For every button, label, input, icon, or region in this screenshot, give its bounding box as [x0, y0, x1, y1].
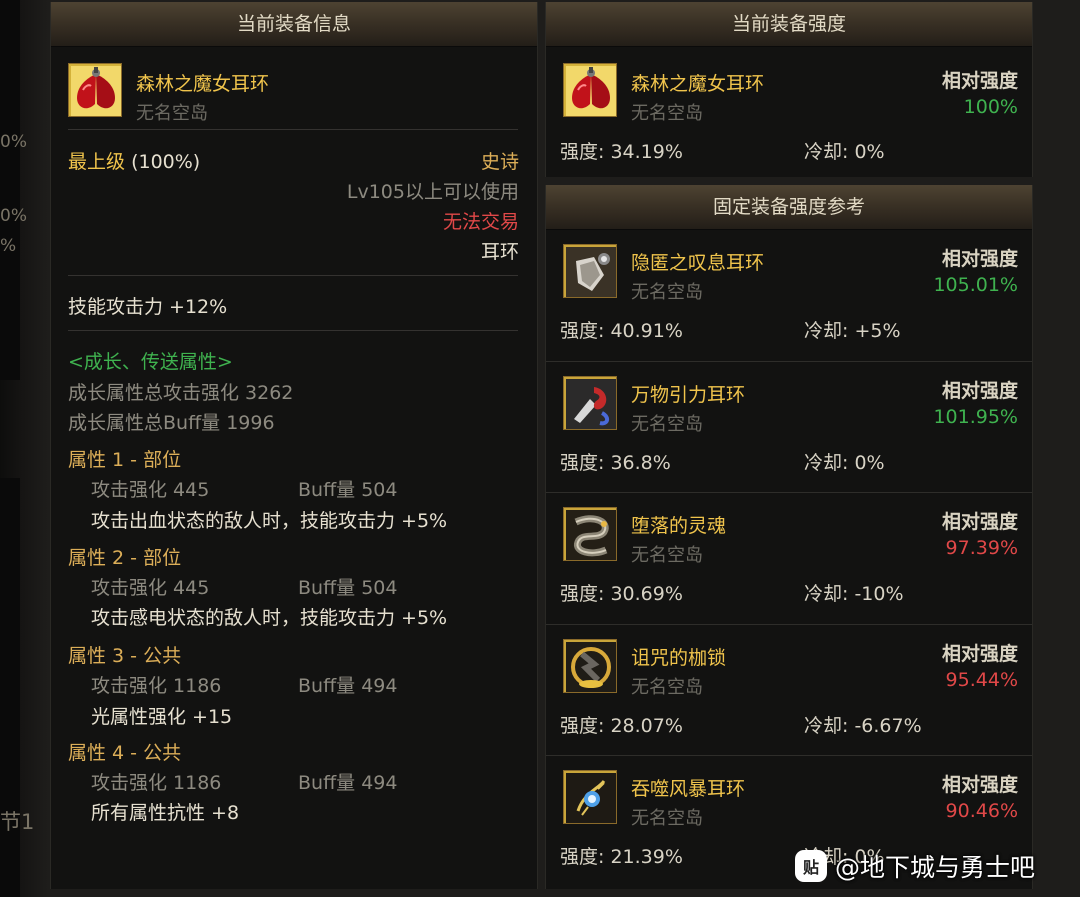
fallen-soul-icon: [563, 507, 617, 561]
reference-item-card[interactable]: 隐匿之叹息耳环 无名空岛 相对强度 105.01% 强度: 40.91% 冷却:…: [546, 230, 1032, 361]
divider: [68, 330, 518, 331]
witch-earring-icon[interactable]: [563, 63, 617, 117]
relative-strength-value: 101.95%: [933, 406, 1018, 428]
relative-strength-value: 95.44%: [945, 669, 1018, 691]
attribute-attack: 攻击强化 1186: [91, 772, 222, 794]
background-edge: 0% 0% % 节1: [0, 0, 48, 897]
attribute-effect: 光属性强化 +15: [91, 706, 233, 728]
relative-strength-value: 105.01%: [933, 274, 1018, 296]
item-source: 无名空岛: [631, 414, 703, 435]
current-equipment-info-panel: 当前装备信息 森林之魔女耳环 无名空岛 最上级 (100%) 史诗 Lv105以…: [50, 2, 538, 889]
grade-percent: (100%): [131, 151, 201, 173]
item-name: 隐匿之叹息耳环: [631, 252, 765, 274]
strength-value: 强度: 21.39%: [560, 846, 683, 868]
item-name: 诅咒的枷锁: [631, 647, 727, 669]
level-requirement: Lv105以上可以使用: [346, 181, 519, 203]
item-source: 无名空岛: [136, 103, 208, 124]
watermark: 贴 @地下城与勇士吧: [795, 843, 1035, 889]
relative-strength-label: 相对强度: [941, 70, 1018, 92]
attribute-attack: 攻击强化 445: [91, 577, 210, 599]
reference-item-card[interactable]: 堕落的灵魂 无名空岛 相对强度 97.39% 强度: 30.69% 冷却: -1…: [546, 492, 1032, 624]
item-source: 无名空岛: [631, 677, 703, 698]
bg-fragment: 0%: [0, 132, 27, 152]
item-name: 森林之魔女耳环: [631, 73, 765, 95]
attribute-title: 属性 2 - 部位: [68, 547, 182, 569]
attribute-title: 属性 3 - 公共: [68, 645, 182, 667]
panel-title: 固定装备强度参考: [546, 185, 1032, 230]
divider: [68, 129, 518, 130]
relative-strength-label: 相对强度: [941, 511, 1018, 533]
growth-header: <成长、传送属性>: [68, 351, 233, 373]
growth-total-attack: 成长属性总攻击强化 3262: [68, 382, 294, 404]
relative-strength-value: 90.46%: [945, 800, 1018, 822]
reference-strength-panel: 固定装备强度参考 隐匿之叹息耳环 无名空岛 相对强度 105.01% 强度: 4…: [545, 185, 1033, 889]
witch-earring-icon[interactable]: [68, 63, 122, 117]
gravity-earring-icon: [563, 376, 617, 430]
tieba-logo-icon: 贴: [795, 850, 827, 882]
item-name: 吞噬风暴耳环: [631, 778, 746, 800]
grade-line: 最上级 (100%): [68, 147, 200, 174]
item-name: 堕落的灵魂: [631, 515, 727, 537]
attribute-effect: 攻击感电状态的敌人时，技能攻击力 +5%: [91, 607, 448, 629]
bg-fragment: %: [0, 236, 17, 256]
storm-earring-icon: [563, 770, 617, 824]
bg-fragment: 0%: [0, 206, 27, 226]
cooldown-value: 冷却: -10%: [804, 583, 904, 605]
attribute-buff: Buff量 504: [298, 577, 398, 599]
cooldown-value: 冷却: 0%: [804, 141, 885, 163]
strength-value: 强度: 28.07%: [560, 715, 683, 737]
attribute-title: 属性 1 - 部位: [68, 449, 182, 471]
item-source: 无名空岛: [631, 808, 703, 829]
strength-value: 强度: 34.19%: [560, 141, 683, 163]
item-name: 森林之魔女耳环: [136, 73, 270, 95]
strength-value: 强度: 30.69%: [560, 583, 683, 605]
cursed-shackle-icon: [563, 639, 617, 693]
grade: 最上级: [68, 151, 126, 173]
panel-title: 当前装备强度: [546, 2, 1032, 47]
sigh-earring-icon: [563, 244, 617, 298]
growth-total-buff: 成长属性总Buff量 1996: [68, 412, 275, 434]
attribute-buff: Buff量 494: [298, 772, 398, 794]
slot-type: 耳环: [480, 241, 519, 263]
item-source: 无名空岛: [631, 103, 703, 124]
attribute-effect: 所有属性抗性 +8: [91, 802, 240, 824]
divider: [68, 275, 518, 276]
bg-fragment: 节1: [0, 810, 35, 834]
strength-value: 强度: 40.91%: [560, 320, 683, 342]
panel-title: 当前装备信息: [51, 2, 537, 47]
relative-strength-label: 相对强度: [941, 774, 1018, 796]
item-source: 无名空岛: [631, 282, 703, 303]
item-source: 无名空岛: [631, 545, 703, 566]
watermark-text: @地下城与勇士吧: [835, 853, 1036, 882]
relative-strength-label: 相对强度: [941, 248, 1018, 270]
reference-item-card[interactable]: 万物引力耳环 无名空岛 相对强度 101.95% 强度: 36.8% 冷却: 0…: [546, 361, 1032, 493]
rarity: 史诗: [480, 151, 519, 173]
relative-strength-label: 相对强度: [941, 380, 1018, 402]
cooldown-value: 冷却: 0%: [804, 452, 885, 474]
skill-attack: 技能攻击力 +12%: [68, 296, 228, 318]
strength-value: 强度: 36.8%: [560, 452, 671, 474]
current-strength-panel: 当前装备强度 森林之魔女耳环 无名空岛 相对强度 100% 强度: 34.19%…: [545, 2, 1033, 177]
attribute-buff: Buff量 494: [298, 675, 398, 697]
relative-strength-value: 100%: [963, 96, 1018, 118]
reference-item-card[interactable]: 诅咒的枷锁 无名空岛 相对强度 95.44% 强度: 28.07% 冷却: -6…: [546, 624, 1032, 756]
attribute-title: 属性 4 - 公共: [68, 742, 182, 764]
attribute-attack: 攻击强化 1186: [91, 675, 222, 697]
cooldown-value: 冷却: -6.67%: [804, 715, 922, 737]
attribute-buff: Buff量 504: [298, 479, 398, 501]
cooldown-value: 冷却: +5%: [804, 320, 901, 342]
attribute-attack: 攻击强化 445: [91, 479, 210, 501]
item-name: 万物引力耳环: [631, 384, 746, 406]
trade-restriction: 无法交易: [442, 211, 519, 233]
attribute-effect: 攻击出血状态的敌人时，技能攻击力 +5%: [91, 510, 448, 532]
relative-strength-label: 相对强度: [941, 643, 1018, 665]
relative-strength-value: 97.39%: [945, 537, 1018, 559]
